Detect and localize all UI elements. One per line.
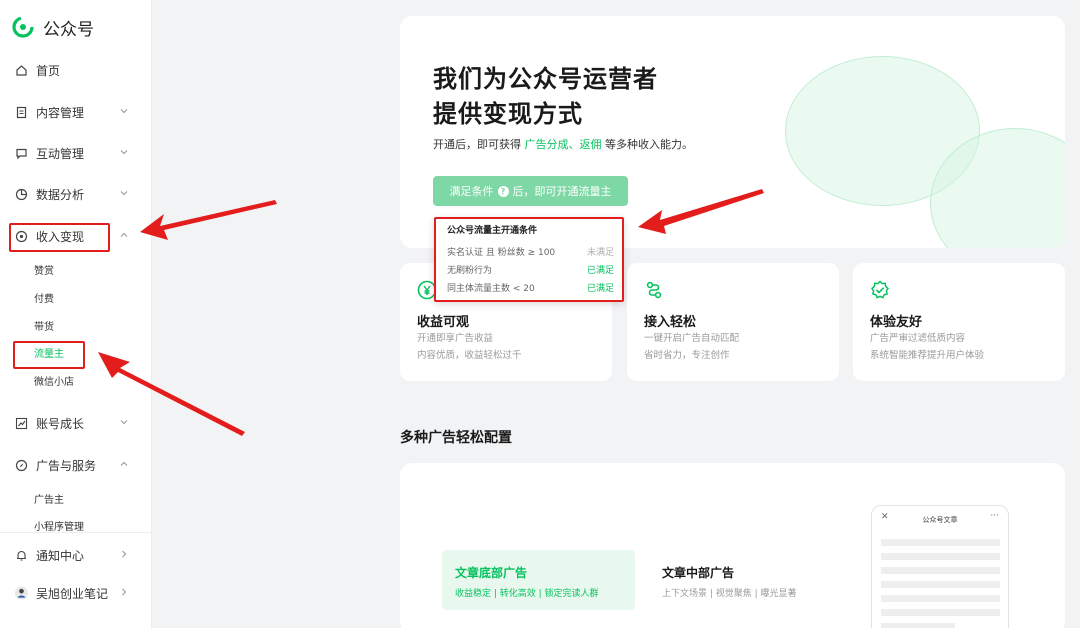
ad-share-link[interactable]: 广告分成 [525, 138, 569, 151]
chevron-up-icon [120, 461, 128, 466]
feature-title: 体验友好 [870, 315, 923, 330]
trend-icon [15, 417, 28, 430]
chevron-up-icon [120, 232, 128, 237]
enable-traffic-owner-button[interactable]: 满足条件? 后，即可开通流量主 [433, 176, 628, 206]
button-label: 后，即可开通流量主 [512, 185, 612, 198]
ad-option-title: 文章底部广告 [455, 566, 528, 580]
feature-card: 接入轻松 一键开启广告自动匹配 省时省力，专注创作 [627, 263, 839, 381]
ad-option-tags: 上下文场景 | 视觉聚焦 | 曝光显著 [662, 589, 797, 599]
sub-item-reward[interactable]: 赞赏 [34, 263, 54, 281]
text-placeholder [881, 609, 1000, 616]
rebate-link[interactable]: 返佣 [580, 138, 602, 151]
ad-option-title: 文章中部广告 [662, 566, 735, 580]
sidebar-divider [0, 532, 152, 533]
hero-title: 我们为公众号运营者 提供变现方式 [433, 62, 658, 132]
desc-text: 开通后，即可获得 [433, 138, 525, 151]
avatar [15, 586, 28, 600]
ad-option-bottom[interactable]: 文章底部广告 收益稳定 | 转化高效 | 锁定完读人群 [442, 550, 635, 610]
pie-chart-icon [15, 188, 28, 201]
text-placeholder [881, 539, 1000, 546]
feature-desc: 广告严审过滤低质内容 [870, 333, 966, 344]
message-icon [15, 147, 28, 160]
bell-icon [15, 549, 28, 562]
chevron-down-icon [120, 191, 128, 196]
text-placeholder [881, 623, 955, 628]
feature-desc: 一键开启广告自动匹配 [644, 333, 740, 344]
sidebar-item-growth[interactable]: 账号成长 [0, 408, 152, 438]
sub-item-paid[interactable]: 付费 [34, 291, 54, 309]
sidebar-item-label: 内容管理 [36, 105, 85, 120]
feature-title: 接入轻松 [644, 315, 697, 330]
feature-desc: 内容优质，收益轻松过千 [417, 350, 522, 361]
hero-card: 我们为公众号运营者 提供变现方式 开通后，即可获得 广告分成、返佣 等多种收入能… [400, 16, 1065, 248]
phone-title: 公众号文章 [922, 516, 958, 524]
button-label: 满足条件 [449, 185, 494, 198]
sidebar-item-content[interactable]: 内容管理 [0, 97, 152, 127]
chevron-down-icon [120, 109, 128, 114]
desc-text: 等多种收入能力。 [601, 138, 693, 151]
more-icon: ··· [990, 511, 999, 521]
sub-item-advertiser[interactable]: 广告主 [34, 492, 64, 510]
ad-option-tags: 收益稳定 | 转化高效 | 锁定完读人群 [455, 589, 599, 599]
feature-desc: 省时省力，专注创作 [644, 350, 730, 361]
text-placeholder [881, 567, 1000, 574]
highlight-box-monetization [9, 223, 110, 252]
sub-item-commerce[interactable]: 带货 [34, 319, 54, 337]
feature-desc: 系统智能推荐提升用户体验 [870, 350, 985, 361]
section-title: 多种广告轻松配置 [400, 430, 512, 446]
link-icon [646, 281, 662, 299]
document-icon [15, 106, 28, 119]
home-icon [15, 64, 28, 77]
sidebar-item-label: 广告与服务 [36, 458, 97, 473]
chevron-right-icon [122, 588, 127, 596]
sidebar: 公众号 首页 内容管理 互动管理 数据分析 收入变现 赞赏 付费 带货 流量主 … [0, 0, 152, 628]
feature-title: 收益可观 [417, 315, 470, 330]
sidebar-item-label: 数据分析 [36, 187, 85, 202]
text-placeholder [881, 581, 1000, 588]
app-logo[interactable]: 公众号 [12, 14, 94, 40]
chevron-right-icon [122, 550, 127, 558]
sidebar-item-label: 账号成长 [36, 416, 85, 431]
hero-title-line1: 我们为公众号运营者 [433, 65, 658, 93]
chevron-down-icon [120, 150, 128, 155]
sidebar-item-account[interactable]: 吴旭创业笔记 [0, 578, 152, 608]
hero-description: 开通后，即可获得 广告分成、返佣 等多种收入能力。 [433, 136, 693, 152]
sidebar-item-label: 首页 [36, 63, 61, 78]
compass-icon [15, 459, 28, 472]
feature-card: 体验友好 广告严审过滤低质内容 系统智能推荐提升用户体验 [853, 263, 1065, 381]
feature-desc: 开通即享广告收益 [417, 333, 494, 344]
sidebar-item-home[interactable]: 首页 [0, 55, 152, 85]
sub-item-wechat-shop[interactable]: 微信小店 [34, 374, 74, 392]
sidebar-item-analytics[interactable]: 数据分析 [0, 179, 152, 209]
sidebar-item-notifications[interactable]: 通知中心 [0, 540, 152, 570]
highlight-box-conditions [434, 217, 624, 302]
desc-separator: 、 [568, 138, 580, 151]
sidebar-item-label: 通知中心 [36, 548, 85, 563]
sub-item-miniprogram[interactable]: 小程序管理 [34, 519, 84, 532]
shield-check-icon [871, 280, 889, 299]
text-placeholder [881, 553, 1000, 560]
hero-title-line2: 提供变现方式 [433, 100, 583, 128]
ad-config-card: 文章底部广告 收益稳定 | 转化高效 | 锁定完读人群 文章中部广告 上下文场景… [400, 463, 1065, 628]
text-placeholder [881, 595, 1000, 602]
sidebar-item-label: 互动管理 [36, 146, 85, 161]
ad-option-middle[interactable]: 文章中部广告 上下文场景 | 视觉聚焦 | 曝光显著 [662, 550, 842, 610]
wechat-mp-logo-icon [12, 16, 34, 38]
highlight-box-traffic-owner [13, 341, 85, 369]
sidebar-item-interaction[interactable]: 互动管理 [0, 138, 152, 168]
app-name: 公众号 [43, 19, 94, 40]
sidebar-item-label: 吴旭创业笔记 [36, 586, 109, 601]
sidebar-item-ads-services[interactable]: 广告与服务 [0, 450, 152, 480]
chevron-down-icon [120, 420, 128, 425]
help-icon[interactable]: ? [497, 185, 509, 197]
article-phone-preview: ✕ 公众号文章 ··· [871, 505, 1009, 628]
